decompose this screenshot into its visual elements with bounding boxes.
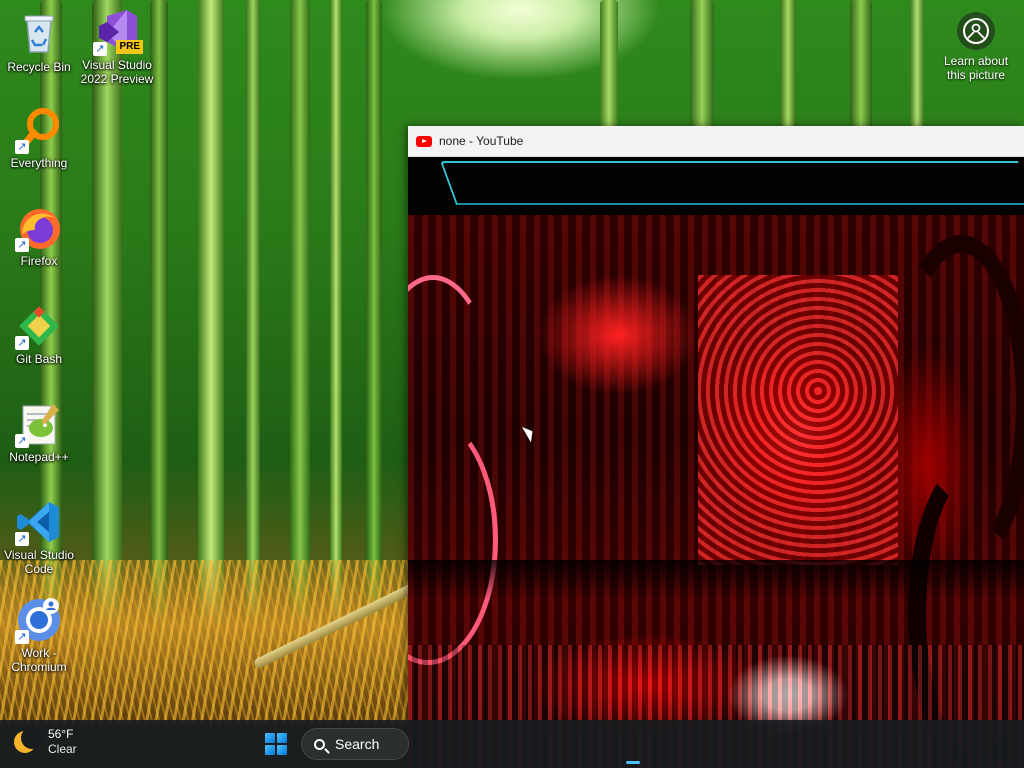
search-icon (314, 738, 325, 750)
desktop-icon-work-chromium[interactable]: ↗ Work - Chromium (1, 596, 77, 674)
youtube-window[interactable]: none - YouTube (408, 126, 1024, 768)
shortcut-arrow-icon: ↗ (15, 434, 29, 448)
visual-studio-preview-icon: PRE ↗ (93, 8, 143, 56)
windows-logo-icon (265, 733, 275, 743)
desktop-icon-label: Work - Chromium (11, 646, 67, 674)
desktop-icon-label: Recycle Bin (7, 60, 71, 74)
start-button[interactable] (265, 733, 287, 755)
recycle-bin-icon (15, 10, 63, 58)
camera-info-icon (957, 12, 995, 50)
git-bash-icon: ↗ (15, 302, 63, 350)
desktop-icon-label: Firefox (20, 254, 58, 268)
youtube-icon (416, 135, 432, 147)
desktop-icon-label: Visual Studio Code (4, 548, 74, 576)
desktop-icon-label: Everything (10, 156, 68, 170)
desktop-icon-label: Notepad++ (9, 450, 69, 464)
window-titlebar[interactable]: none - YouTube (408, 126, 1024, 157)
shortcut-arrow-icon: ↗ (15, 140, 29, 154)
moon-icon (14, 727, 43, 753)
video-abstract-art (408, 215, 1024, 768)
chromium-profile-icon: ↗ (15, 596, 63, 644)
video-frame[interactable] (408, 157, 1024, 768)
preview-badge: PRE (116, 40, 143, 54)
vscode-icon: ↗ (15, 498, 63, 546)
learn-about-picture-label: Learn about this picture (943, 54, 1009, 82)
shortcut-arrow-icon: ↗ (15, 630, 29, 644)
taskbar-active-app-indicator (626, 761, 640, 764)
shortcut-arrow-icon: ↗ (15, 336, 29, 350)
desktop-icon-label: Git Bash (15, 352, 63, 366)
taskbar-search-label: Search (335, 736, 380, 752)
video-top-band (408, 157, 1024, 212)
firefox-icon: ↗ (15, 204, 63, 252)
taskbar (0, 720, 1024, 768)
shortcut-arrow-icon: ↗ (15, 238, 29, 252)
shortcut-arrow-icon: ↗ (15, 532, 29, 546)
shortcut-arrow-icon: ↗ (93, 42, 107, 56)
learn-about-picture[interactable]: Learn about this picture (936, 12, 1016, 82)
desktop-icon-git-bash[interactable]: ↗ Git Bash (1, 302, 77, 366)
taskbar-search[interactable]: Search (301, 728, 409, 760)
desktop-icon-vscode[interactable]: ↗ Visual Studio Code (1, 498, 77, 576)
weather-temperature: 56°F (48, 727, 74, 741)
desktop-icon-firefox[interactable]: ↗ Firefox (1, 204, 77, 268)
desktop-icon-notepad-plus-plus[interactable]: ↗ Notepad++ (1, 400, 77, 464)
desktop-icon-recycle-bin[interactable]: Recycle Bin (1, 10, 77, 74)
weather-condition: Clear (48, 742, 77, 756)
desktop-icon-everything[interactable]: ↗ Everything (1, 106, 77, 170)
everything-search-icon: ↗ (15, 106, 63, 154)
window-title: none - YouTube (439, 134, 524, 148)
desktop-icon-visual-studio-preview[interactable]: PRE ↗ Visual Studio 2022 Preview (79, 8, 155, 86)
desktop-icon-label: Visual Studio 2022 Preview (80, 58, 154, 86)
notepad-plus-plus-icon: ↗ (15, 400, 63, 448)
taskbar-weather-widget[interactable]: 56°F Clear (14, 727, 77, 757)
